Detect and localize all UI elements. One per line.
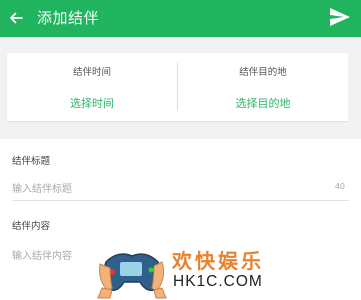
title-char-counter: 40 [334, 182, 345, 191]
choose-destination-link[interactable]: 选择目的地 [178, 95, 348, 111]
title-input[interactable]: 输入结伴标题 [12, 180, 72, 195]
send-button[interactable] [329, 6, 351, 28]
content-field-label: 结伴内容 [12, 221, 51, 232]
app-bar: 添加结伴 [0, 0, 361, 37]
title-underline [12, 200, 349, 201]
destination-label: 结伴目的地 [239, 67, 287, 78]
time-label: 结伴时间 [72, 67, 111, 78]
back-button[interactable] [6, 5, 26, 31]
time-destination-card: 结伴时间 选择时间 结伴目的地 选择目的地 [7, 53, 348, 121]
watermark-text-en: HK1C.COM [173, 273, 263, 290]
watermark-text-cn: 欢快娱乐 [172, 249, 264, 273]
destination-picker[interactable]: 结伴目的地 选择目的地 [178, 53, 348, 121]
send-icon [330, 8, 350, 26]
arrow-left-icon [10, 12, 23, 24]
title-field-label: 结伴标题 [12, 156, 51, 167]
time-picker[interactable]: 结伴时间 选择时间 [7, 53, 177, 121]
content-input[interactable]: 输入结伴内容 [12, 247, 72, 262]
choose-time-link[interactable]: 选择时间 [7, 95, 177, 111]
game-controller-icon [97, 253, 167, 299]
page-title: 添加结伴 [37, 9, 100, 27]
watermark-logo: 欢快娱乐 HK1C.COM [96, 242, 266, 300]
